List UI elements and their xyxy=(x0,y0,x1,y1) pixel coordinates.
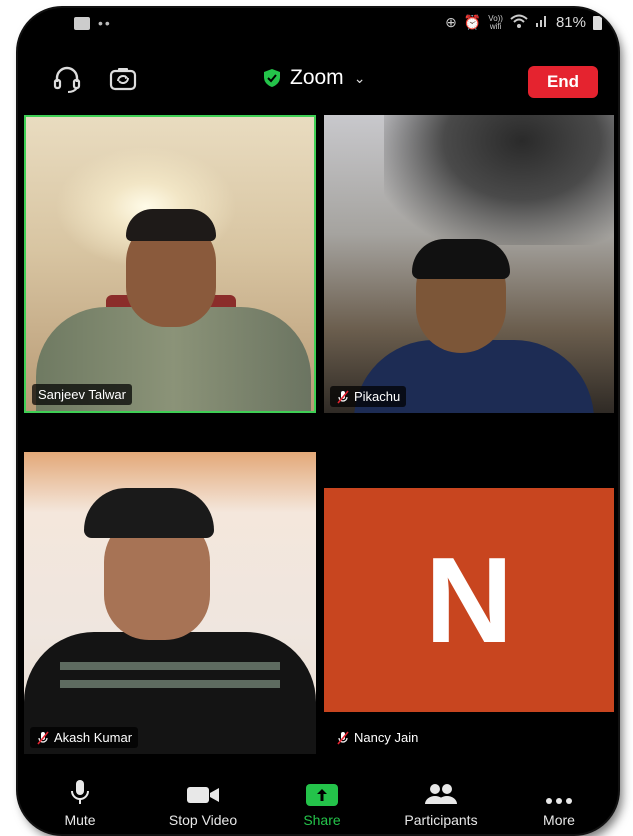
encryption-shield-icon xyxy=(264,69,280,87)
more-button[interactable]: More xyxy=(534,776,584,828)
stop-video-label: Stop Video xyxy=(168,812,238,828)
participant-name: Akash Kumar xyxy=(54,730,133,745)
share-icon xyxy=(306,776,338,806)
phone-frame: •• ⊕ ⏰ Vo)) wifi 81% Zoom ⌄ End Sanjeev … xyxy=(18,8,618,834)
volte-wifi-icon: Vo)) wifi xyxy=(488,13,503,31)
headset-audio-icon[interactable] xyxy=(52,64,82,94)
mic-muted-icon xyxy=(37,730,49,745)
video-feed-net xyxy=(384,115,614,245)
status-right: ⊕ ⏰ Vo)) wifi 81% xyxy=(445,14,602,31)
more-notifications-icon: •• xyxy=(98,15,112,31)
notification-icon xyxy=(74,16,90,30)
participant-name-label: Pikachu xyxy=(330,386,407,407)
video-tile-no-video[interactable]: N Nancy Jain xyxy=(324,452,614,754)
meeting-title[interactable]: Zoom ⌄ xyxy=(262,66,365,90)
alarm-icon: ⏰ xyxy=(463,14,482,30)
participant-name-label: Sanjeev Talwar xyxy=(32,384,132,405)
video-feed-hair xyxy=(126,209,216,241)
participant-name: Pikachu xyxy=(354,389,401,404)
video-tile[interactable]: Pikachu xyxy=(324,115,614,413)
video-camera-icon xyxy=(185,776,221,806)
end-meeting-button[interactable]: End xyxy=(528,66,598,98)
mute-button[interactable]: Mute xyxy=(58,776,102,828)
video-tile[interactable]: Akash Kumar xyxy=(24,452,316,754)
status-left: •• xyxy=(74,15,112,31)
share-label: Share xyxy=(303,812,341,828)
chevron-down-icon: ⌄ xyxy=(353,69,366,86)
mic-muted-icon xyxy=(337,389,349,404)
battery-icon xyxy=(593,15,602,30)
avatar: N xyxy=(324,488,614,712)
wifi-icon xyxy=(510,14,528,31)
share-button[interactable]: Share xyxy=(294,776,350,828)
video-feed-shirt-stripe xyxy=(60,662,280,670)
video-feed-shirt-stripe xyxy=(60,680,280,688)
video-feed-cap xyxy=(84,488,214,538)
status-bar: •• ⊕ ⏰ Vo)) wifi 81% xyxy=(18,8,618,42)
stop-video-button[interactable]: Stop Video xyxy=(158,776,248,828)
video-tile-active-speaker[interactable]: Sanjeev Talwar xyxy=(24,115,316,413)
participant-name-label: Nancy Jain xyxy=(330,727,424,748)
video-feed-hair xyxy=(412,239,510,279)
microphone-icon xyxy=(69,776,91,806)
participant-name-label: Akash Kumar xyxy=(30,727,139,748)
meeting-title-text: Zoom xyxy=(290,66,344,89)
avatar-initial: N xyxy=(424,532,514,668)
signal-icon xyxy=(535,14,549,31)
participants-label: Participants xyxy=(404,812,478,828)
participant-name: Nancy Jain xyxy=(354,730,419,745)
battery-percent: 81% xyxy=(555,14,586,31)
mic-muted-icon xyxy=(337,730,349,745)
more-label: More xyxy=(543,812,575,828)
more-dots-icon xyxy=(544,776,574,806)
data-saver-icon: ⊕ xyxy=(445,14,457,30)
meeting-toolbar: Mute Stop Video Share Participants More xyxy=(18,776,618,834)
switch-camera-icon[interactable] xyxy=(108,64,138,94)
mute-label: Mute xyxy=(64,812,96,828)
participants-button[interactable]: Participants xyxy=(396,776,486,828)
meeting-top-bar: Zoom ⌄ End xyxy=(18,58,618,104)
participants-icon xyxy=(424,776,458,806)
participant-name: Sanjeev Talwar xyxy=(38,387,126,402)
